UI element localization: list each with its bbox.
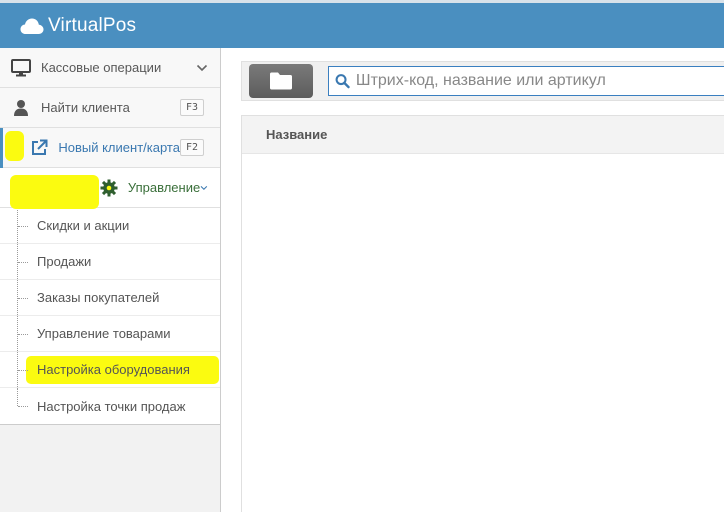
app-title: VirtualPos [48,14,137,36]
submenu-item-point-of-sale-settings[interactable]: Настройка точки продаж [0,388,220,424]
highlight-mark [10,174,99,209]
sidebar-item-label: Новый клиент/карта [58,140,180,155]
submenu-item-label: Управление товарами [37,326,171,341]
monitor-icon [11,58,31,78]
tree-line [18,334,28,335]
submenu-item-product-management[interactable]: Управление товарами [0,316,220,352]
tree-line [18,226,28,227]
search-box [328,66,724,96]
column-header-name[interactable]: Название [266,127,327,142]
submenu-item-discounts[interactable]: Скидки и акции [0,208,220,244]
submenu-item-sales[interactable]: Продажи [0,244,220,280]
sidebar-item-new-client[interactable]: Новый клиент/карта F2 [0,128,220,168]
external-link-icon [30,138,48,158]
cloud-icon [20,18,44,34]
chevron-down-icon[interactable] [200,182,208,194]
chevron-down-icon[interactable] [196,62,208,74]
sidebar-item-management[interactable]: Управление [0,168,220,209]
sidebar: Кассовые операции Найти клиента F3 Новый… [0,48,221,512]
search-input[interactable] [355,72,724,90]
tree-line [18,298,28,299]
sidebar-item-cash-operations[interactable]: Кассовые операции [0,48,220,88]
main-content: Название [221,48,724,512]
submenu-item-customer-orders[interactable]: Заказы покупателей [0,280,220,316]
submenu-item-label: Заказы покупателей [37,290,160,305]
submenu-item-label: Скидки и акции [37,218,130,233]
table-header: Название [242,116,724,154]
tree-line [17,388,18,406]
sidebar-menu: Кассовые операции Найти клиента F3 Новый… [0,48,220,425]
folder-icon [270,72,292,90]
brand[interactable]: VirtualPos [20,15,136,37]
app-window: VirtualPos Кассовые операции Найти клиен… [0,0,724,512]
tree-line [18,262,28,263]
top-bar: VirtualPos [0,0,724,48]
shortcut-badge: F3 [179,99,204,116]
gear-icon [100,178,118,198]
submenu-item-equipment-settings[interactable]: Настройка оборудования [0,352,220,388]
highlight-mark [5,130,25,161]
products-table: Название [241,115,724,512]
tree-line [18,370,28,371]
sidebar-item-label: Кассовые операции [41,60,162,75]
submenu-item-label: Продажи [37,254,92,269]
sidebar-item-find-client[interactable]: Найти клиента F3 [0,88,220,128]
folder-button[interactable] [249,64,313,98]
sidebar-item-label: Управление [127,180,201,195]
toolbar [241,61,724,101]
tree-line [18,406,28,407]
submenu-item-label: Настройка точки продаж [37,398,186,414]
user-icon [11,98,31,118]
search-icon [335,74,350,89]
management-submenu: Скидки и акции Продажи Заказы покупателе… [0,208,220,425]
submenu-item-label: Настройка оборудования [37,362,190,377]
shortcut-badge: F2 [179,139,204,156]
sidebar-item-label: Найти клиента [41,100,130,115]
